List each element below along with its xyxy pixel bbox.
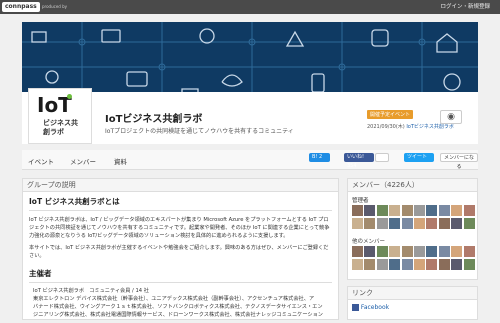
member-avatar[interactable] (426, 205, 438, 216)
member-avatar[interactable] (389, 205, 401, 216)
member-avatar[interactable] (352, 217, 363, 229)
member-avatar[interactable] (438, 217, 450, 229)
member-avatar[interactable] (389, 217, 401, 229)
login-link[interactable]: ログイン・新規登録 (440, 3, 490, 11)
member-avatar[interactable] (426, 258, 438, 270)
site-logo[interactable]: connpass (2, 2, 40, 12)
member-avatar[interactable] (414, 258, 425, 270)
join-member-button[interactable]: メンバーになる (440, 153, 478, 170)
group-logo-dot-icon (67, 94, 72, 99)
organizer-line: バナード株式会社、ウイングアーク１ｓｔ株式会社、ソフトバンクロボティクス株式会社… (33, 304, 323, 310)
member-avatar[interactable] (451, 258, 463, 270)
organizer-line: 東京エレクトロン デバイス株式会社（幹事会社）、ユニアデックス株式会社（副幹事会… (33, 296, 315, 302)
facebook-link[interactable]: Facebook (361, 304, 389, 311)
description-paragraph-2: 本サイトでは、IoT ビジネス共創ラボが主催するイベントや勉強会をご紹介します。… (29, 245, 329, 259)
member-avatar[interactable] (463, 258, 475, 270)
facebook-like-button[interactable]: いいね! 354 (344, 153, 374, 169)
description-paragraph-1: IoT ビジネス共創ラボは、IoT / ビッグデータ領域のエキスパートが集まり … (29, 217, 330, 239)
member-avatar[interactable] (463, 246, 475, 257)
member-avatar[interactable] (414, 205, 425, 216)
admin-label: 管理者 (352, 198, 369, 204)
member-avatar[interactable] (364, 217, 376, 229)
site-logo-subtitle: produced by (42, 4, 67, 9)
member-avatar[interactable] (389, 246, 401, 257)
members-panel: メンバー（4226人） 管理者 他のメンバー (347, 178, 478, 280)
member-avatar[interactable] (389, 258, 401, 270)
members-header[interactable]: メンバー（4226人） (348, 179, 477, 192)
divider (29, 282, 332, 283)
camera-icon[interactable]: ◉ (440, 110, 462, 124)
member-avatar[interactable] (364, 205, 376, 216)
group-logo-jp: ビジネス共創ラボ (43, 119, 78, 136)
description-heading: IoT ビジネス共創ラボとは (29, 197, 120, 206)
facebook-icon (352, 304, 359, 311)
group-title: IoTビジネス共創ラボ (105, 114, 203, 125)
member-avatar[interactable] (438, 258, 450, 270)
member-avatar[interactable] (451, 205, 463, 216)
member-avatar[interactable] (414, 217, 425, 229)
member-avatar[interactable] (401, 205, 413, 216)
tab-members[interactable]: メンバー (70, 156, 96, 166)
top-bar: connpass produced by ログイン・新規登録 (0, 0, 500, 14)
organizer-line: IoT ビジネス共創ラボ コミュニティ会員 / 14 社 (33, 288, 149, 294)
member-avatar[interactable] (376, 246, 388, 257)
hatena-bookmark-button[interactable]: B! 2 (309, 153, 330, 162)
group-subtitle: IoTプロジェクトの共同検証を通じてノウハウを共有するコミュニティ (105, 128, 294, 135)
member-avatar[interactable] (352, 258, 363, 270)
member-avatar[interactable] (463, 217, 475, 229)
member-avatar[interactable] (352, 246, 363, 257)
member-avatar[interactable] (364, 246, 376, 257)
links-panel: リンク Facebook (347, 286, 478, 320)
member-avatar[interactable] (376, 205, 388, 216)
member-avatar[interactable] (352, 205, 363, 216)
group-logo: IoT ビジネス共創ラボ (28, 88, 92, 144)
description-header: グループの説明 (23, 179, 338, 192)
upcoming-event-link[interactable]: IoTビジネス共創ラボ (406, 124, 454, 130)
member-avatar[interactable] (376, 258, 388, 270)
tweet-button[interactable]: ツイート (404, 153, 434, 162)
member-avatar[interactable] (451, 217, 463, 229)
links-header: リンク (348, 287, 477, 300)
group-description-panel: グループの説明 IoT ビジネス共創ラボとは IoT ビジネス共創ラボは、IoT… (22, 178, 339, 320)
divider (29, 210, 332, 211)
member-avatar[interactable] (414, 246, 425, 257)
member-avatar[interactable] (463, 205, 475, 216)
upcoming-event-badge: 開催予定イベント (367, 110, 414, 119)
member-avatar[interactable] (426, 217, 438, 229)
member-avatar[interactable] (401, 246, 413, 257)
member-avatar[interactable] (438, 246, 450, 257)
tab-events[interactable]: イベント (28, 156, 54, 166)
member-avatar[interactable] (401, 217, 413, 229)
member-avatar[interactable] (364, 258, 376, 270)
tab-materials[interactable]: 資料 (114, 156, 127, 166)
member-avatar[interactable] (438, 205, 450, 216)
upcoming-event-card[interactable]: 開催予定イベント 2021/09/30(木) IoTビジネス共創ラボ (367, 110, 454, 142)
member-avatar[interactable] (451, 246, 463, 257)
other-members-label: 他のメンバー (352, 239, 386, 245)
member-avatar[interactable] (376, 217, 388, 229)
organizer-line: ジニアリング株式会社、株式会社電通国際情報サービス、ドローンワークス株式会社、株… (33, 312, 323, 318)
facebook-share-count (375, 153, 389, 162)
member-avatar[interactable] (401, 258, 413, 270)
upcoming-event-date: 2021/09/30(木) IoTビジネス共創ラボ (367, 124, 454, 130)
organizer-heading: 主催者 (29, 269, 52, 278)
member-avatar[interactable] (426, 246, 438, 257)
